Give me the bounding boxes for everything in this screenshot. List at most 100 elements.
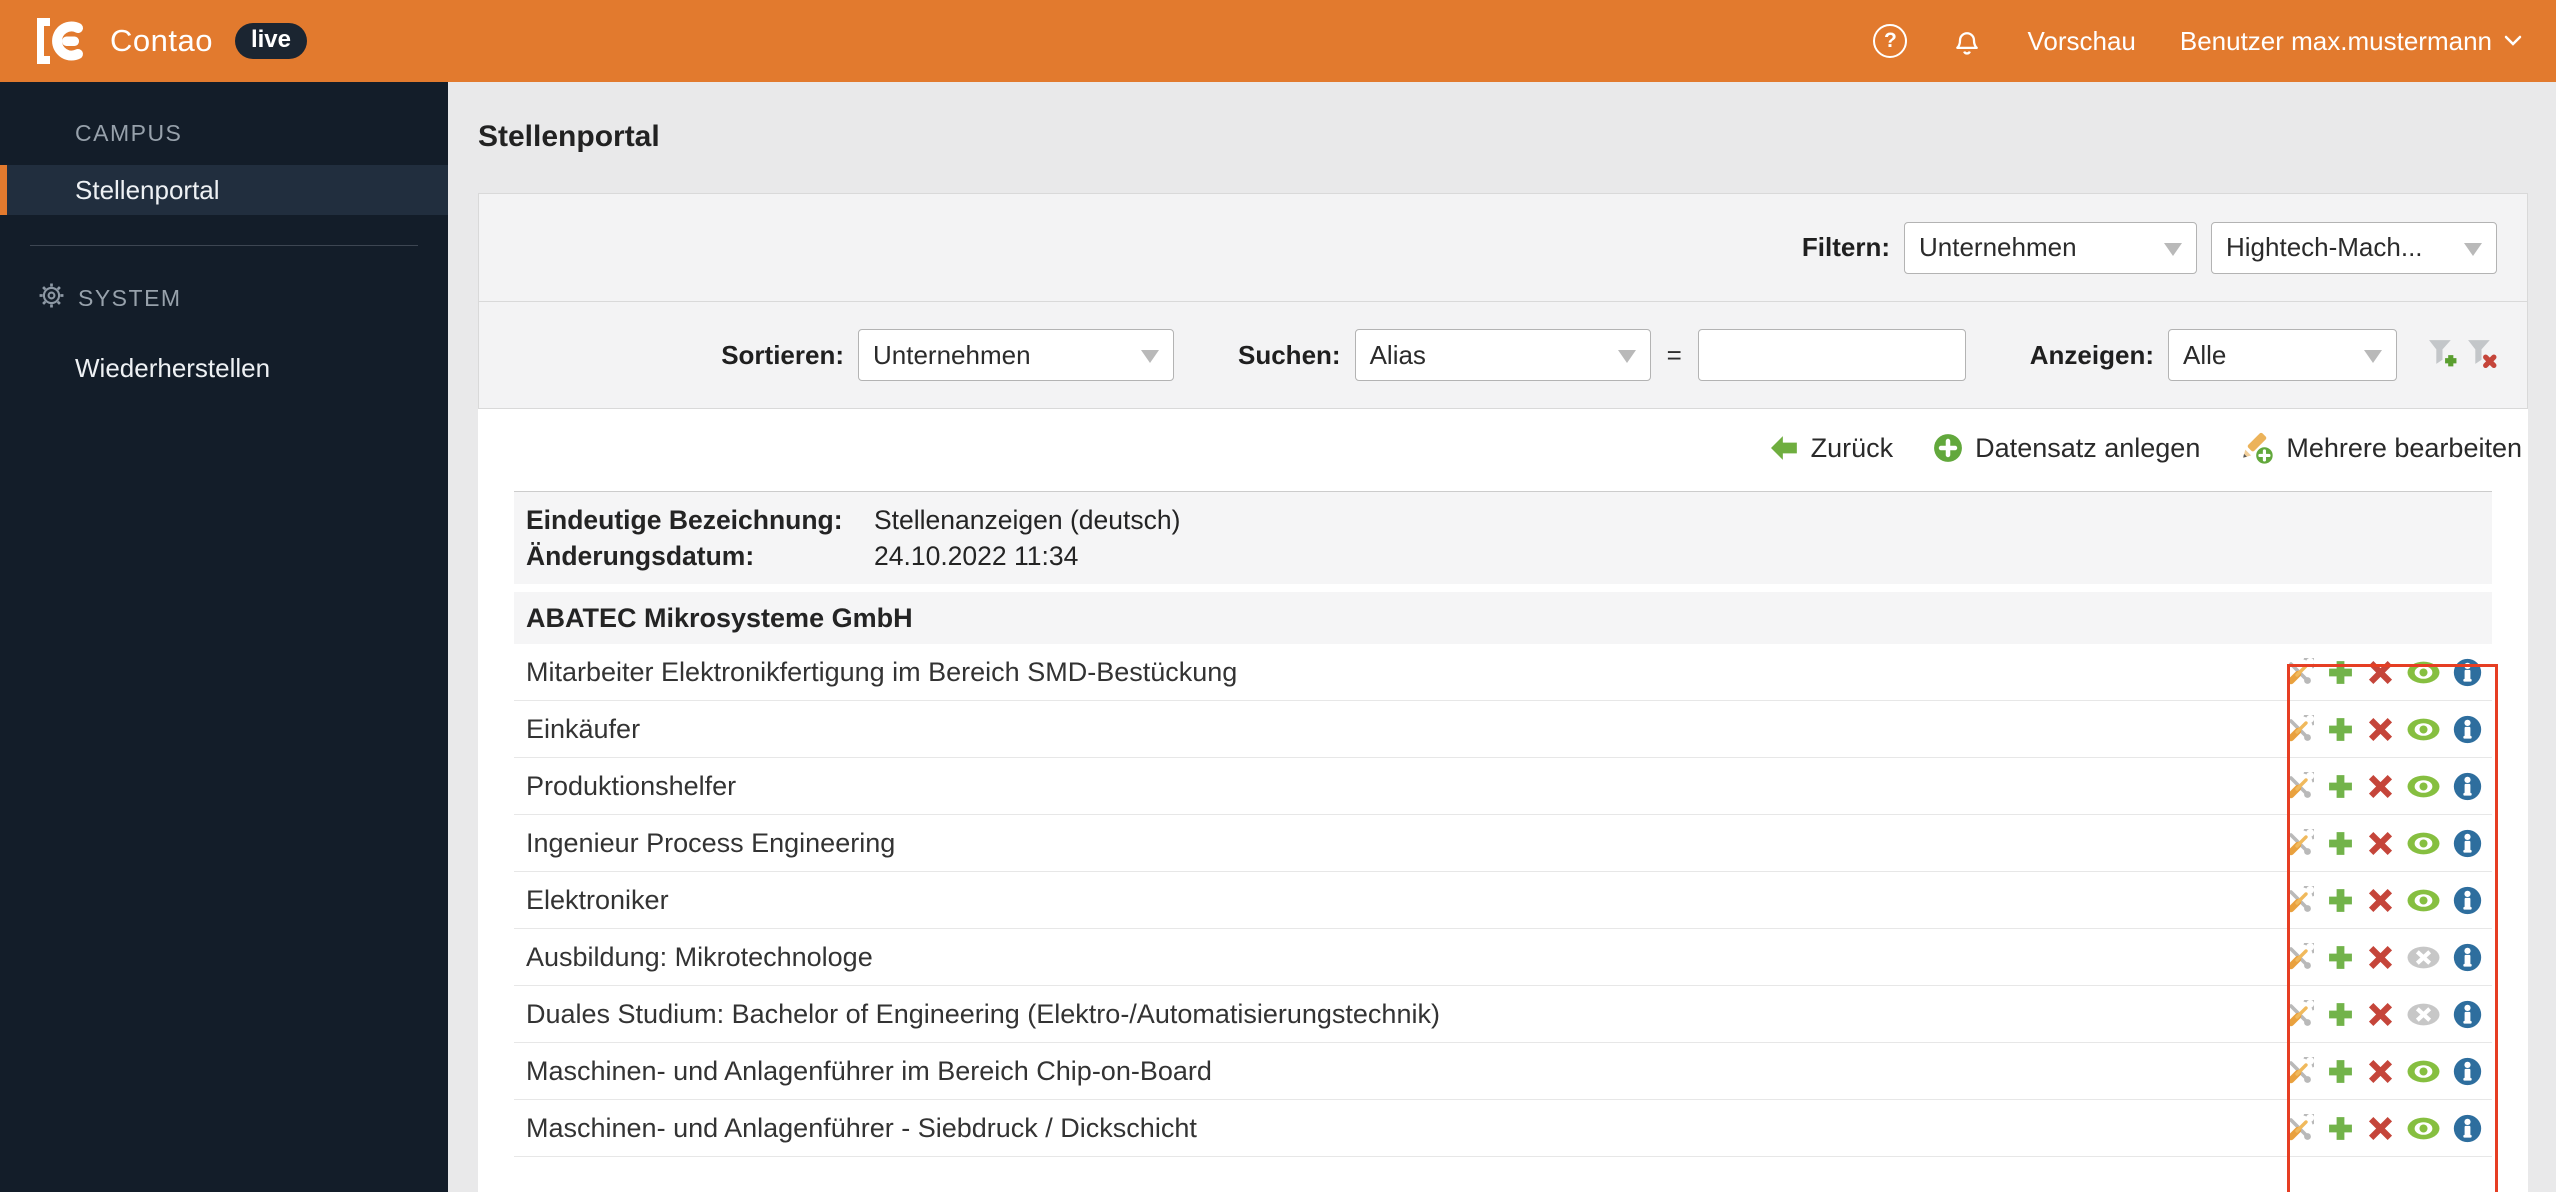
- info-icon[interactable]: [2453, 772, 2482, 801]
- info-icon[interactable]: [2453, 715, 2482, 744]
- job-title: Maschinen- und Anlagenführer im Bereich …: [526, 1055, 1212, 1086]
- table-row: Elektroniker: [514, 872, 2492, 929]
- row-actions: [2285, 1113, 2492, 1143]
- preview-link[interactable]: Vorschau: [2027, 26, 2135, 57]
- info-icon[interactable]: [2453, 1114, 2482, 1143]
- table-row: Maschinen- und Anlagenführer - Siebdruck…: [514, 1100, 2492, 1157]
- toggle-visibility-icon[interactable]: [2407, 946, 2440, 969]
- sidebar: CAMPUS Stellenportal SYSTEM Wiederherste…: [0, 82, 448, 1192]
- sidebar-item-stellenportal[interactable]: Stellenportal: [0, 165, 448, 215]
- info-icon[interactable]: [2453, 829, 2482, 858]
- delete-icon[interactable]: [2367, 659, 2394, 686]
- job-title: Maschinen- und Anlagenführer - Siebdruck…: [526, 1112, 1197, 1143]
- table-row: Produktionshelfer: [514, 758, 2492, 815]
- apply-filter-icon[interactable]: [2427, 338, 2458, 373]
- delete-icon[interactable]: [2367, 1001, 2394, 1028]
- toggle-visibility-icon[interactable]: [2407, 718, 2440, 741]
- user-menu[interactable]: Benutzer max.mustermann: [2180, 26, 2522, 57]
- reset-filter-icon[interactable]: [2466, 338, 2497, 373]
- company-group-header: ABATEC Mikrosysteme GmbH: [514, 592, 2492, 644]
- delete-icon[interactable]: [2367, 716, 2394, 743]
- select-arrow-icon: [1141, 350, 1159, 363]
- chevron-down-icon: [2504, 35, 2522, 46]
- copy-icon[interactable]: [2327, 773, 2354, 800]
- search-value-input[interactable]: [1697, 329, 1966, 381]
- listing-container: Zurück Datensatz anlegen Mehrere bearbei…: [478, 409, 2528, 1192]
- filter-value-select[interactable]: Hightech-Mach...: [2211, 221, 2497, 274]
- toggle-visibility-icon[interactable]: [2407, 889, 2440, 912]
- edit-icon[interactable]: [2285, 771, 2314, 801]
- filter-label: Filtern:: [1801, 232, 1890, 262]
- info-icon[interactable]: [2453, 943, 2482, 972]
- table-row: Einkäufer: [514, 701, 2492, 758]
- gear-icon: [38, 282, 65, 315]
- job-title: Elektroniker: [526, 884, 669, 915]
- search-label: Suchen:: [1238, 339, 1341, 370]
- bell-icon[interactable]: [1951, 25, 1983, 57]
- copy-icon[interactable]: [2327, 716, 2354, 743]
- back-link[interactable]: Zurück: [1770, 433, 1893, 464]
- edit-icon[interactable]: [2285, 942, 2314, 972]
- copy-icon[interactable]: [2327, 659, 2354, 686]
- sort-select[interactable]: Unternehmen: [858, 329, 1174, 381]
- select-arrow-icon: [1617, 350, 1636, 363]
- edit-icon[interactable]: [2285, 714, 2314, 744]
- job-title: Ausbildung: Mikrotechnologe: [526, 941, 873, 972]
- copy-icon[interactable]: [2327, 1001, 2354, 1028]
- delete-icon[interactable]: [2367, 1058, 2394, 1085]
- toggle-visibility-icon[interactable]: [2407, 1060, 2440, 1083]
- info-icon[interactable]: [2453, 1057, 2482, 1086]
- sort-search-row: Sortieren: Unternehmen Suchen: Alias = A…: [479, 301, 2527, 408]
- edit-icon[interactable]: [2285, 657, 2314, 687]
- toggle-visibility-icon[interactable]: [2407, 1003, 2440, 1026]
- edit-icon[interactable]: [2285, 885, 2314, 915]
- toggle-visibility-icon[interactable]: [2407, 775, 2440, 798]
- show-select[interactable]: Alle: [2168, 329, 2397, 381]
- contao-logo-icon: [34, 17, 88, 65]
- equals-sign: =: [1666, 339, 1682, 370]
- delete-icon[interactable]: [2367, 887, 2394, 914]
- help-icon[interactable]: ?: [1873, 24, 1908, 58]
- row-actions: [2285, 714, 2492, 744]
- create-record-link[interactable]: Datensatz anlegen: [1933, 433, 2200, 464]
- job-title: Einkäufer: [526, 713, 641, 744]
- sidebar-item-wiederherstellen[interactable]: Wiederherstellen: [0, 343, 448, 393]
- info-icon[interactable]: [2453, 886, 2482, 915]
- delete-icon[interactable]: [2367, 1115, 2394, 1142]
- row-actions: [2285, 942, 2492, 972]
- copy-icon[interactable]: [2327, 1115, 2354, 1142]
- table-row: Ingenieur Process Engineering: [514, 815, 2492, 872]
- select-arrow-icon: [2164, 242, 2182, 256]
- info-icon[interactable]: [2453, 658, 2482, 687]
- toggle-visibility-icon[interactable]: [2407, 832, 2440, 855]
- edit-icon[interactable]: [2285, 999, 2314, 1029]
- delete-icon[interactable]: [2367, 773, 2394, 800]
- toggle-visibility-icon[interactable]: [2407, 661, 2440, 684]
- brand[interactable]: Contao live: [34, 17, 307, 65]
- show-label: Anzeigen:: [2029, 339, 2154, 370]
- edit-icon[interactable]: [2285, 828, 2314, 858]
- filter-field-select[interactable]: Unternehmen: [1904, 221, 2197, 274]
- copy-icon[interactable]: [2327, 830, 2354, 857]
- copy-icon[interactable]: [2327, 944, 2354, 971]
- job-list: Mitarbeiter Elektronikfertigung im Berei…: [514, 644, 2492, 1157]
- job-title: Produktionshelfer: [526, 770, 737, 801]
- row-actions: [2285, 828, 2492, 858]
- search-field-select[interactable]: Alias: [1354, 329, 1651, 381]
- copy-icon[interactable]: [2327, 1058, 2354, 1085]
- sort-label: Sortieren:: [721, 339, 844, 370]
- info-icon[interactable]: [2453, 1000, 2482, 1029]
- copy-icon[interactable]: [2327, 887, 2354, 914]
- toggle-visibility-icon[interactable]: [2407, 1117, 2440, 1140]
- delete-icon[interactable]: [2367, 830, 2394, 857]
- table-row: Duales Studium: Bachelor of Engineering …: [514, 986, 2492, 1043]
- sidebar-divider: [30, 245, 418, 246]
- row-actions: [2285, 885, 2492, 915]
- delete-icon[interactable]: [2367, 944, 2394, 971]
- row-actions: [2285, 657, 2492, 687]
- row-actions: [2285, 771, 2492, 801]
- sidebar-group-campus: CAMPUS: [75, 120, 183, 146]
- edit-icon[interactable]: [2285, 1113, 2314, 1143]
- edit-multiple-link[interactable]: Mehrere bearbeiten: [2240, 431, 2522, 465]
- edit-icon[interactable]: [2285, 1056, 2314, 1086]
